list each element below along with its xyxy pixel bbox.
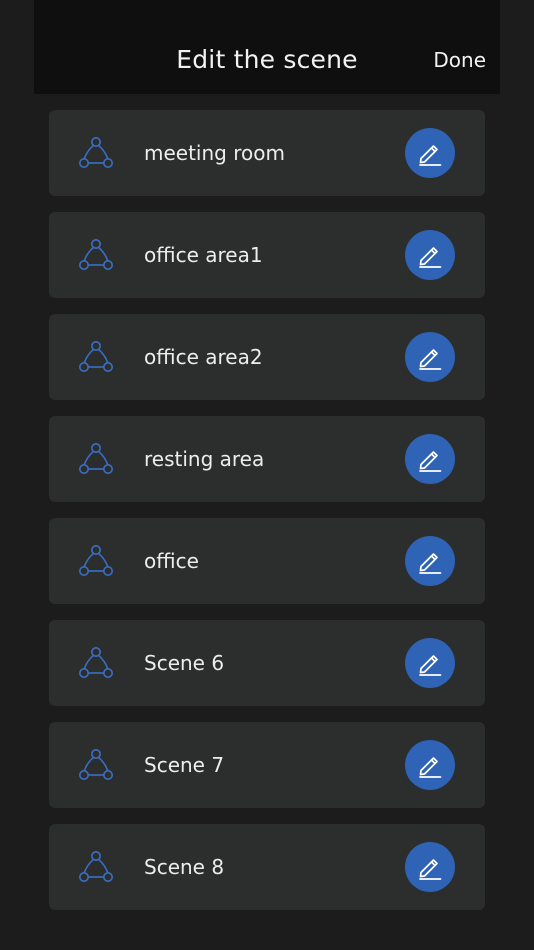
edit-scene-button-1[interactable] — [405, 128, 455, 178]
scene-row-7: Scene 7 — [49, 722, 485, 808]
scene-name: Scene 6 — [144, 651, 225, 675]
edit-scene-button-4[interactable] — [405, 434, 455, 484]
scene-nodes-icon — [78, 237, 114, 273]
header-bar: Edit the scene Done — [34, 0, 500, 94]
scene-name: office — [144, 549, 199, 573]
scene-row-8: Scene 8 — [49, 824, 485, 910]
scene-row-5: office — [49, 518, 485, 604]
scene-nodes-icon — [78, 849, 114, 885]
scene-name: Scene 8 — [144, 855, 225, 879]
scene-edit-screen: Edit the scene Done meeting room office … — [0, 0, 534, 950]
edit-scene-button-3[interactable] — [405, 332, 455, 382]
scene-name: resting area — [144, 447, 265, 471]
pencil-icon — [419, 757, 442, 778]
scene-name: office area2 — [144, 345, 263, 369]
scene-nodes-icon — [78, 339, 114, 375]
scene-row-2: office area1 — [49, 212, 485, 298]
scene-list: meeting room office area1 office area2 r… — [49, 110, 485, 926]
scene-nodes-icon — [78, 543, 114, 579]
edit-scene-button-6[interactable] — [405, 638, 455, 688]
done-button[interactable]: Done — [433, 46, 486, 74]
pencil-icon — [419, 247, 442, 268]
scene-nodes-icon — [78, 645, 114, 681]
scene-row-6: Scene 6 — [49, 620, 485, 706]
pencil-icon — [419, 451, 442, 472]
page-title: Edit the scene — [176, 45, 358, 74]
scene-row-4: resting area — [49, 416, 485, 502]
scene-name: Scene 7 — [144, 753, 225, 777]
scene-row-3: office area2 — [49, 314, 485, 400]
pencil-icon — [419, 859, 442, 880]
pencil-icon — [419, 553, 442, 574]
edit-scene-button-7[interactable] — [405, 740, 455, 790]
scene-row-1: meeting room — [49, 110, 485, 196]
scene-nodes-icon — [78, 135, 114, 171]
edit-scene-button-5[interactable] — [405, 536, 455, 586]
scene-nodes-icon — [78, 441, 114, 477]
scene-name: meeting room — [144, 141, 285, 165]
edit-scene-button-2[interactable] — [405, 230, 455, 280]
scene-name: office area1 — [144, 243, 263, 267]
scene-nodes-icon — [78, 747, 114, 783]
pencil-icon — [419, 655, 442, 676]
edit-scene-button-8[interactable] — [405, 842, 455, 892]
pencil-icon — [419, 349, 442, 370]
pencil-icon — [419, 145, 442, 166]
